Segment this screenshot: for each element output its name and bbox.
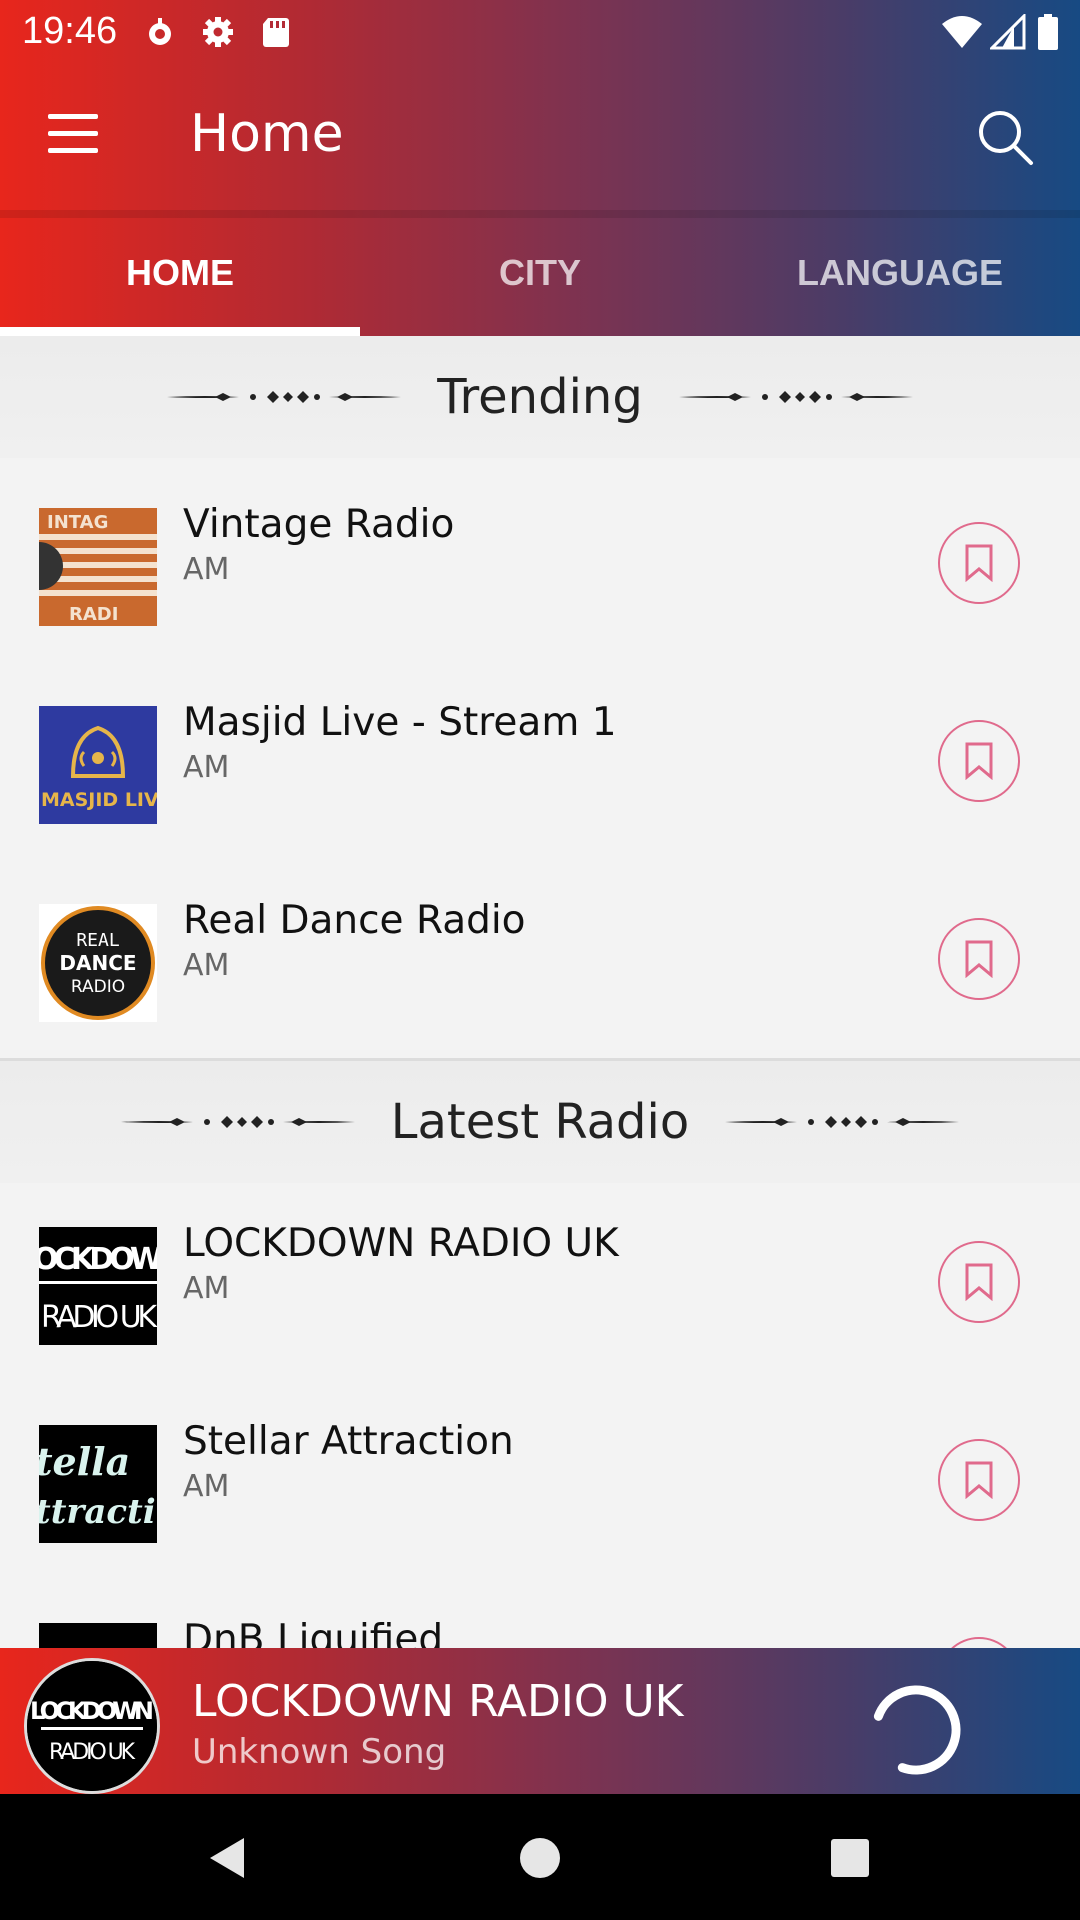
wifi-icon <box>942 16 982 48</box>
signal-icon <box>990 14 1026 50</box>
svg-text:MASJID LIVE: MASJID LIVE <box>41 789 157 811</box>
recents-icon[interactable] <box>822 1830 878 1886</box>
sd-card-icon <box>263 18 289 47</box>
svg-text:tella: tella <box>39 1439 130 1484</box>
bookmark-button[interactable] <box>938 522 1020 604</box>
latest-section-header: Latest Radio <box>0 1061 1080 1183</box>
ornament-left-icon <box>167 391 402 403</box>
section-title: Trending <box>437 369 643 425</box>
mini-player[interactable]: LOCKDOWN RADIO UK LOCKDOWN RADIO UK Unkn… <box>0 1648 1080 1794</box>
trending-section-header: Trending <box>0 336 1080 458</box>
tab-language[interactable]: LANGUAGE <box>720 210 1080 336</box>
tab-bar: HOME CITY LANGUAGE <box>0 210 1080 336</box>
station-row[interactable]: INTAG RADI Vintage Radio AM <box>0 464 1080 665</box>
station-logo: REAL DANCE RADIO <box>39 904 157 1022</box>
station-name: LOCKDOWN RADIO UK <box>183 1221 619 1266</box>
bookmark-button[interactable] <box>938 1439 1020 1521</box>
station-name: Stellar Attraction <box>183 1419 514 1464</box>
bookmark-button[interactable] <box>938 918 1020 1000</box>
bookmark-icon <box>965 1461 993 1499</box>
station-band: AM <box>183 552 230 587</box>
settings-icon <box>203 17 233 47</box>
active-tab-indicator <box>0 327 360 336</box>
station-name: Masjid Live - Stream 1 <box>183 700 617 745</box>
ornament-right-icon <box>725 1116 960 1128</box>
station-logo: OCKDOW RADIO UK <box>39 1227 157 1345</box>
bookmark-button[interactable] <box>938 1241 1020 1323</box>
home-icon[interactable] <box>512 1830 568 1886</box>
station-band: AM <box>183 750 230 785</box>
tab-home[interactable]: HOME <box>0 210 360 336</box>
station-name: Vintage Radio <box>183 502 455 547</box>
loading-spinner-icon[interactable] <box>870 1684 962 1776</box>
svg-text:DANCE: DANCE <box>59 951 136 975</box>
station-band: AM <box>183 1271 230 1306</box>
bookmark-icon <box>965 742 993 780</box>
battery-icon <box>1038 14 1058 50</box>
svg-text:RADIO: RADIO <box>71 977 125 997</box>
station-band: AM <box>183 1469 230 1504</box>
station-row[interactable]: tella ttracti Stellar Attraction AM <box>0 1381 1080 1582</box>
station-logo: tella ttracti <box>39 1425 157 1543</box>
station-row[interactable]: OCKDOW RADIO UK LOCKDOWN RADIO UK AM <box>0 1183 1080 1384</box>
back-icon[interactable] <box>200 1830 256 1886</box>
navigation-bar <box>0 1794 1080 1920</box>
now-playing-logo: LOCKDOWN RADIO UK <box>24 1658 160 1794</box>
bookmark-icon <box>965 1263 993 1301</box>
svg-text:RADIO UK: RADIO UK <box>49 1740 136 1765</box>
now-playing-title: LOCKDOWN RADIO UK <box>192 1676 684 1727</box>
app-bar: Home <box>0 66 1080 210</box>
notification-icon <box>149 18 171 45</box>
bookmark-icon <box>965 940 993 978</box>
svg-text:ttracti: ttracti <box>39 1492 156 1532</box>
svg-text:INTAG: INTAG <box>47 512 108 533</box>
station-name: Real Dance Radio <box>183 898 526 943</box>
station-logo: INTAG RADI <box>39 508 157 626</box>
tab-city[interactable]: CITY <box>360 210 720 336</box>
page-title: Home <box>190 104 344 164</box>
station-band: AM <box>183 948 230 983</box>
bookmark-button[interactable] <box>938 720 1020 802</box>
svg-text:RADIO UK: RADIO UK <box>41 1300 157 1335</box>
station-row[interactable]: MASJID LIVE Masjid Live - Stream 1 AM <box>0 662 1080 863</box>
now-playing-subtitle: Unknown Song <box>192 1732 447 1772</box>
svg-text:REAL: REAL <box>76 930 120 951</box>
status-bar: 19:46 <box>0 0 1080 66</box>
status-time: 19:46 <box>22 10 118 52</box>
svg-text:OCKDOW: OCKDOW <box>39 1242 157 1277</box>
station-row[interactable]: REAL DANCE RADIO Real Dance Radio AM <box>0 860 1080 1061</box>
svg-text:RADI: RADI <box>69 604 118 625</box>
tab-home-label: HOME <box>126 252 234 293</box>
tab-city-label: CITY <box>498 252 581 293</box>
tab-language-label: LANGUAGE <box>797 252 1003 293</box>
search-icon[interactable] <box>976 108 1036 168</box>
ornament-left-icon <box>120 1116 355 1128</box>
svg-text:LOCKDOWN: LOCKDOWN <box>30 1697 154 1725</box>
ornament-right-icon <box>678 391 913 403</box>
bookmark-icon <box>965 544 993 582</box>
hamburger-menu-icon[interactable] <box>48 114 98 154</box>
section-title: Latest Radio <box>390 1094 690 1150</box>
station-logo: MASJID LIVE <box>39 706 157 824</box>
